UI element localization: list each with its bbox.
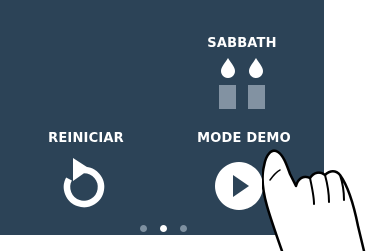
sabbath-label: SABBATH — [207, 36, 277, 51]
page-dot-active[interactable] — [160, 225, 167, 232]
pointing-hand-icon — [262, 149, 366, 251]
page-indicator — [136, 223, 192, 235]
page-dot[interactable] — [140, 225, 147, 232]
play-icon — [215, 162, 263, 210]
restart-icon — [63, 158, 105, 208]
restart-label: REINICIAR — [48, 131, 124, 146]
candles-icon — [219, 58, 265, 109]
page-dot[interactable] — [180, 225, 187, 232]
